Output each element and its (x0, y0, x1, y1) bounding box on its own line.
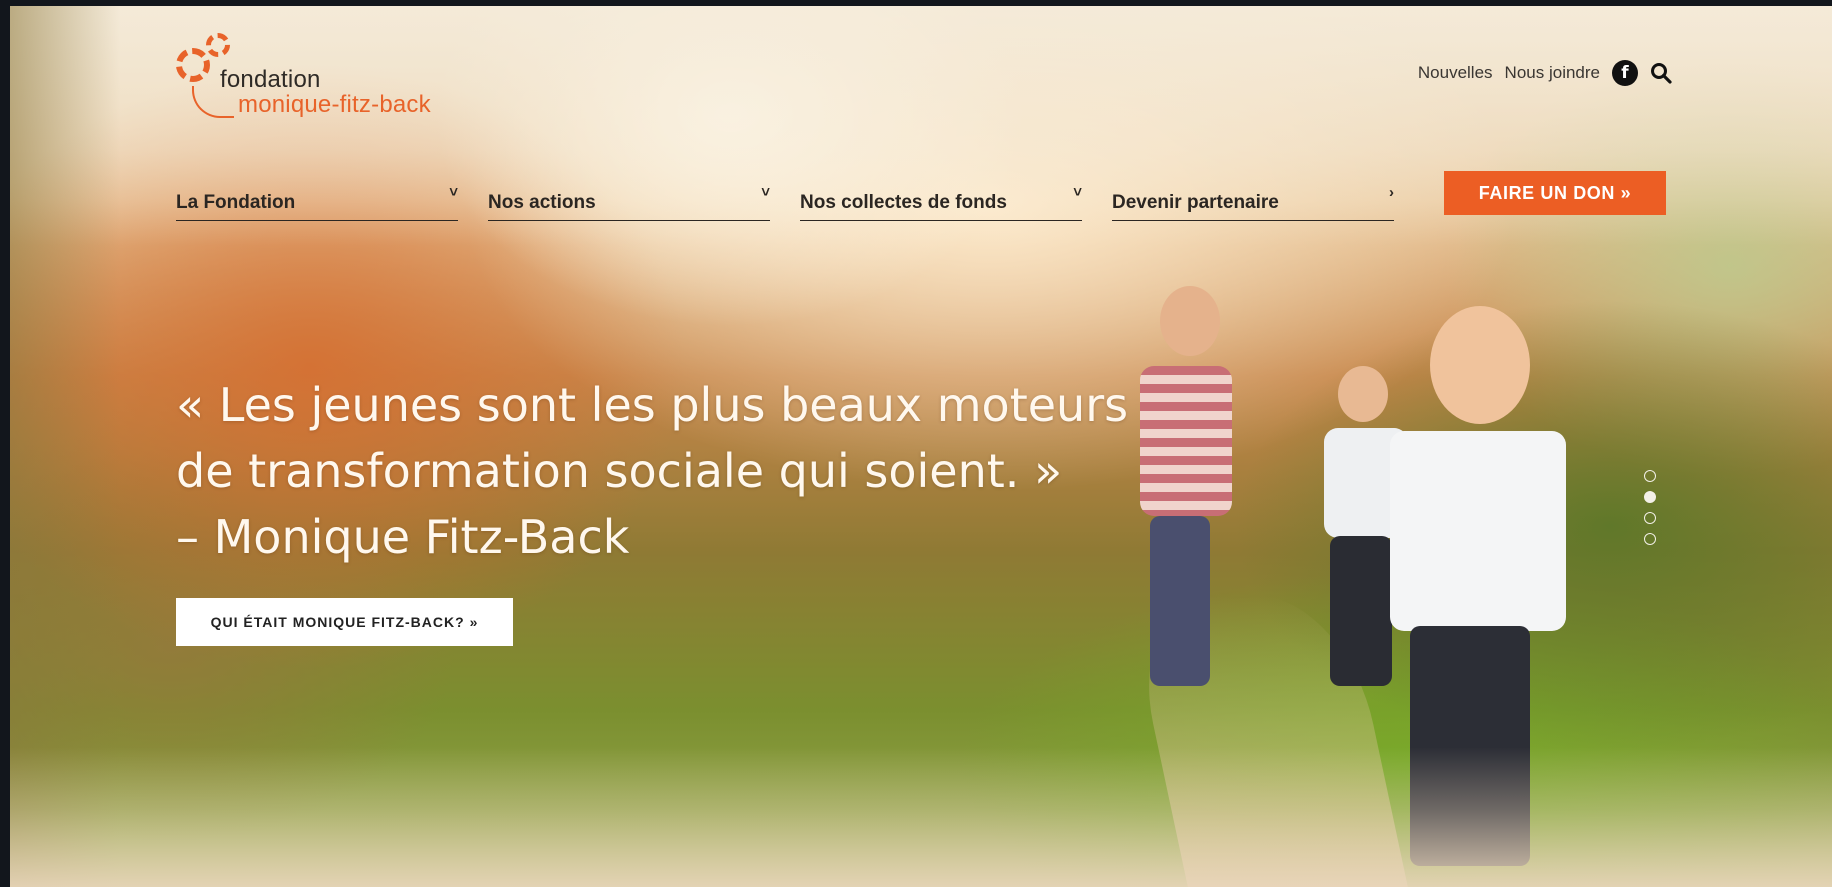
chevron-down-icon: ˅ (1073, 184, 1082, 201)
utility-nav: Nouvelles Nous joindre f (1418, 60, 1672, 86)
hero-quote: « Les jeunes sont les plus beaux moteurs… (176, 372, 1128, 570)
nav-item-label: Nos actions (488, 192, 596, 213)
slider-dot[interactable] (1644, 512, 1656, 524)
nav-item-nos-actions[interactable]: Nos actions ˅ (488, 180, 770, 221)
chevron-down-icon: ˅ (449, 184, 458, 201)
nav-item-label: La Fondation (176, 192, 296, 213)
hero-quote-author: – Monique Fitz-Back (176, 510, 630, 564)
logo-text-fondation: fondation (220, 66, 321, 93)
hero-quote-line: « Les jeunes sont les plus beaux moteurs (176, 378, 1129, 432)
main-nav: La Fondation ˅ Nos actions ˅ Nos collect… (176, 180, 1394, 221)
slider-pagination (1644, 470, 1656, 545)
nav-item-devenir-partenaire[interactable]: Devenir partenaire › (1112, 180, 1394, 221)
news-link[interactable]: Nouvelles (1418, 63, 1493, 83)
slider-dot-active[interactable] (1644, 491, 1656, 503)
nav-item-label: Devenir partenaire (1112, 192, 1279, 213)
hero-quote-line: de transformation sociale qui soient. » (176, 444, 1063, 498)
contact-link[interactable]: Nous joindre (1505, 63, 1600, 83)
donate-button[interactable]: FAIRE UN DON » (1444, 171, 1666, 215)
slider-dot[interactable] (1644, 533, 1656, 545)
chevron-down-icon: ˅ (761, 184, 770, 201)
hero-bottom-fade (10, 747, 1832, 887)
logo-text-name: monique-fitz-back (238, 91, 431, 118)
chevron-right-icon: › (1389, 184, 1394, 201)
search-icon[interactable] (1650, 62, 1672, 84)
facebook-icon[interactable]: f (1612, 60, 1638, 86)
nav-item-label: Nos collectes de fonds (800, 192, 1007, 213)
gear-icon-small (206, 33, 230, 57)
gear-icon (176, 48, 210, 82)
nav-item-nos-collectes[interactable]: Nos collectes de fonds ˅ (800, 180, 1082, 221)
about-monique-button[interactable]: QUI ÉTAIT MONIQUE FITZ-BACK? » (176, 598, 513, 646)
nav-item-la-fondation[interactable]: La Fondation ˅ (176, 180, 458, 221)
slider-dot[interactable] (1644, 470, 1656, 482)
site-logo[interactable]: fondation monique-fitz-back (176, 30, 476, 120)
